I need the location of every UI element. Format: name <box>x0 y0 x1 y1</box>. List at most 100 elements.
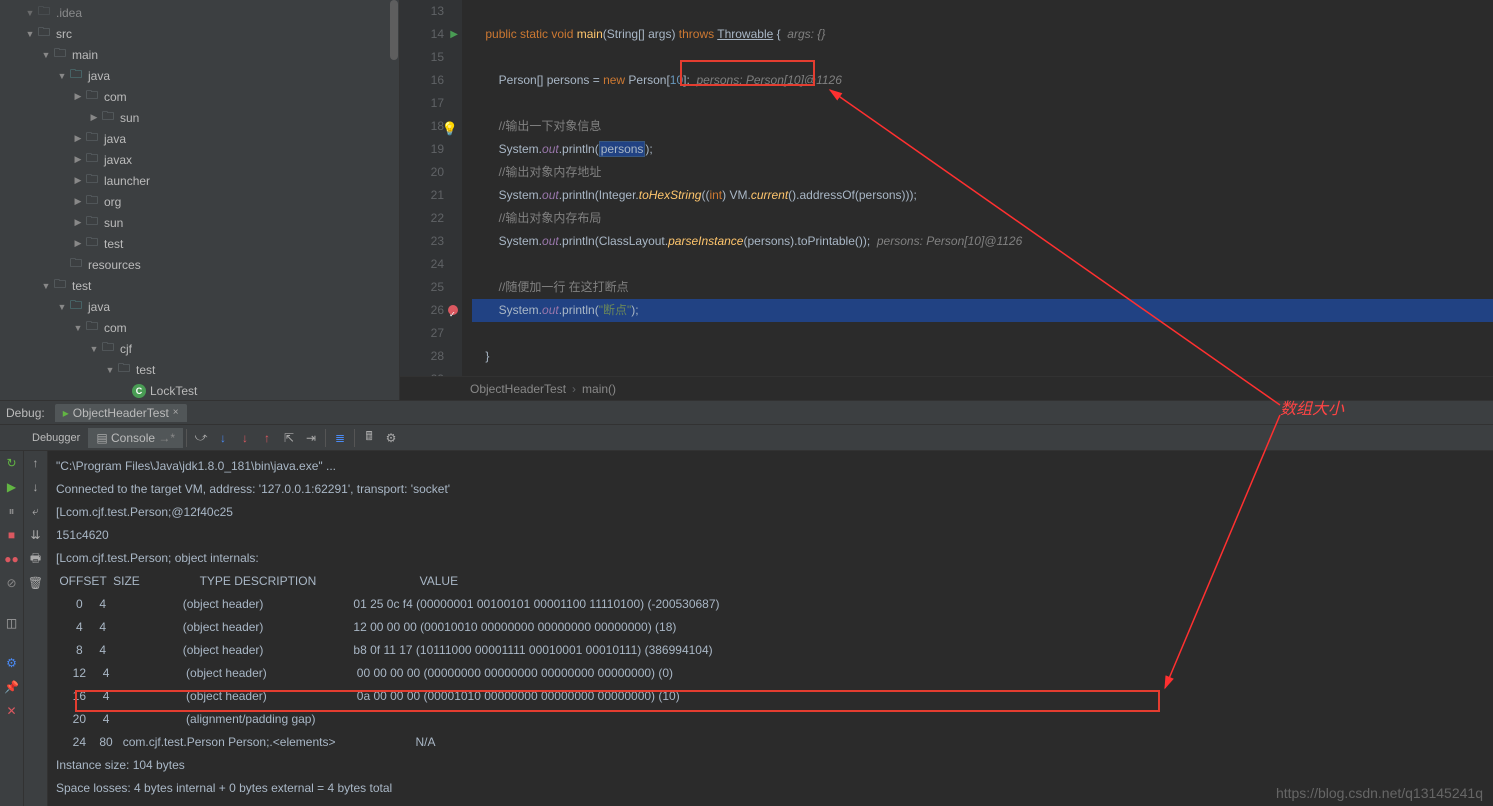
tree-label: java <box>88 69 110 83</box>
tree-label: com <box>104 321 127 335</box>
tree-label: sun <box>104 216 123 230</box>
debug-left-toolbar: ↻ ▶ ⏸ ■ ●● ⊘ ◫ ⚙ 📌 ✕ <box>0 451 24 806</box>
folder-icon: 🗀 <box>100 341 116 357</box>
code-area[interactable]: public static void main(String[] args) t… <box>462 0 1493 376</box>
breakpoint-icon[interactable]: ✓ <box>448 305 458 315</box>
chevron-icon[interactable] <box>72 175 84 186</box>
tree-item[interactable]: 🗀 javax <box>0 149 399 170</box>
folder-icon: 🗀 <box>36 5 52 21</box>
tree-label: cjf <box>120 342 132 356</box>
tree-item[interactable]: 🗀java <box>0 296 399 317</box>
tree-item[interactable]: 🗀 main <box>0 44 399 65</box>
console-output[interactable]: "C:\Program Files\Java\jdk1.8.0_181\bin\… <box>48 451 1493 806</box>
chevron-icon[interactable] <box>56 71 68 81</box>
tree-label: test <box>72 279 91 293</box>
tree-item[interactable]: 🗀test <box>0 359 399 380</box>
mute-bp-icon[interactable]: ⊘ <box>4 575 20 591</box>
gear-icon[interactable]: ⚙ <box>4 655 20 671</box>
annotation-label: 数组大小 <box>1280 395 1344 419</box>
resume-icon[interactable]: ▶ <box>4 479 20 495</box>
print-icon[interactable]: 🖶 <box>28 551 44 567</box>
drop-frame-icon[interactable]: ⇱ <box>278 427 300 449</box>
close-icon[interactable]: × <box>173 407 179 418</box>
folder-icon: 🗀 <box>52 47 68 63</box>
tree-label: javax <box>104 153 132 167</box>
chevron-icon[interactable] <box>72 133 84 144</box>
view-bp-icon[interactable]: ●● <box>4 551 20 567</box>
debug-panel: Debug: ▸ ObjectHeaderTest × Debugger ▤ C… <box>0 400 1493 806</box>
chevron-icon[interactable] <box>72 217 84 228</box>
wrap-icon[interactable]: ⤶ <box>28 503 44 519</box>
pin-icon[interactable]: 📌 <box>4 679 20 695</box>
folder-icon: 🗀 <box>52 278 68 294</box>
down-icon[interactable]: ↓ <box>28 479 44 495</box>
console-tab[interactable]: ▤ Console →* <box>88 428 183 448</box>
chevron-icon[interactable] <box>24 29 36 39</box>
scroll-icon[interactable]: ⇊ <box>28 527 44 543</box>
gutter[interactable]: 1314▶15161718💡1920212223242526✓272829 <box>400 0 462 376</box>
tree-label: src <box>56 27 72 41</box>
tree-item[interactable]: 🗀sun <box>0 212 399 233</box>
rerun-icon[interactable]: ↻ <box>4 455 20 471</box>
breadcrumb-method[interactable]: main() <box>582 382 616 396</box>
force-step-icon[interactable]: ↓ <box>234 427 256 449</box>
tree-item[interactable]: 🗀 cjf <box>0 338 399 359</box>
tree-label: main <box>72 48 98 62</box>
clear-icon[interactable]: 🗑 <box>28 575 44 591</box>
tree-item[interactable]: 🗀resources <box>0 254 399 275</box>
tree-label: test <box>136 363 155 377</box>
chevron-icon[interactable] <box>88 112 100 123</box>
stop-icon[interactable]: ■ <box>4 527 20 543</box>
chevron-icon[interactable] <box>56 302 68 312</box>
tree-item[interactable]: CLockTest <box>0 380 399 400</box>
tree-item[interactable]: 🗀test <box>0 233 399 254</box>
chevron-icon[interactable] <box>40 50 52 60</box>
tree-item[interactable]: 🗀java <box>0 128 399 149</box>
debug-label: Debug: <box>6 406 45 420</box>
tree-label: LockTest <box>150 384 197 398</box>
tree-item[interactable]: 🗀com <box>0 86 399 107</box>
close-panel-icon[interactable]: ✕ <box>4 703 20 719</box>
folder-icon: 🗀 <box>84 236 100 252</box>
sidebar-scrollbar[interactable] <box>389 0 399 400</box>
run-gutter-icon[interactable]: ▶ <box>450 23 458 46</box>
editor[interactable]: 1314▶15161718💡1920212223242526✓272829 pu… <box>400 0 1493 400</box>
folder-icon: 🗀 <box>84 152 100 168</box>
tree-item[interactable]: 🗀 java <box>0 65 399 86</box>
evaluate-icon[interactable]: ≣ <box>329 427 351 449</box>
tree-item[interactable]: 🗀 .idea <box>0 2 399 23</box>
project-tree[interactable]: 🗀.idea🗀src🗀main🗀java🗀com🗀sun🗀java🗀javax🗀… <box>0 0 400 400</box>
chevron-icon[interactable] <box>40 281 52 291</box>
pause-icon[interactable]: ⏸ <box>4 503 20 519</box>
tree-item[interactable]: 🗀launcher <box>0 170 399 191</box>
chevron-icon[interactable] <box>88 344 100 354</box>
chevron-icon[interactable] <box>72 238 84 249</box>
tree-item[interactable]: 🗀org <box>0 191 399 212</box>
tree-item[interactable]: 🗀src <box>0 23 399 44</box>
tree-item[interactable]: 🗀sun <box>0 107 399 128</box>
debugger-tab[interactable]: Debugger <box>24 429 88 447</box>
calc-icon[interactable]: 🖩 <box>358 427 380 449</box>
tree-label: java <box>104 132 126 146</box>
settings-icon[interactable]: ⚙ <box>380 427 402 449</box>
chevron-icon[interactable] <box>72 91 84 102</box>
step-into-icon[interactable]: ↓ <box>212 427 234 449</box>
tree-item[interactable]: 🗀 test <box>0 275 399 296</box>
layout-icon[interactable]: ◫ <box>4 615 20 631</box>
folder-icon: 🗀 <box>68 68 84 84</box>
debug-tab[interactable]: ▸ ObjectHeaderTest × <box>55 404 187 422</box>
breadcrumb-class[interactable]: ObjectHeaderTest <box>470 382 566 396</box>
chevron-icon[interactable] <box>24 8 36 18</box>
chevron-icon[interactable] <box>72 323 84 333</box>
chevron-icon[interactable] <box>72 154 84 165</box>
tree-item[interactable]: 🗀com <box>0 317 399 338</box>
chevron-icon[interactable] <box>72 196 84 207</box>
step-out-icon[interactable]: ↑ <box>256 427 278 449</box>
run-to-cursor-icon[interactable]: ⇥ <box>300 427 322 449</box>
step-over-icon[interactable]: ⤻ <box>190 427 212 449</box>
up-icon[interactable]: ↑ <box>28 455 44 471</box>
bulb-icon[interactable]: 💡 <box>442 117 458 140</box>
annotation-box-2 <box>75 690 1160 712</box>
chevron-icon[interactable] <box>104 365 116 375</box>
tree-label: .idea <box>56 6 82 20</box>
